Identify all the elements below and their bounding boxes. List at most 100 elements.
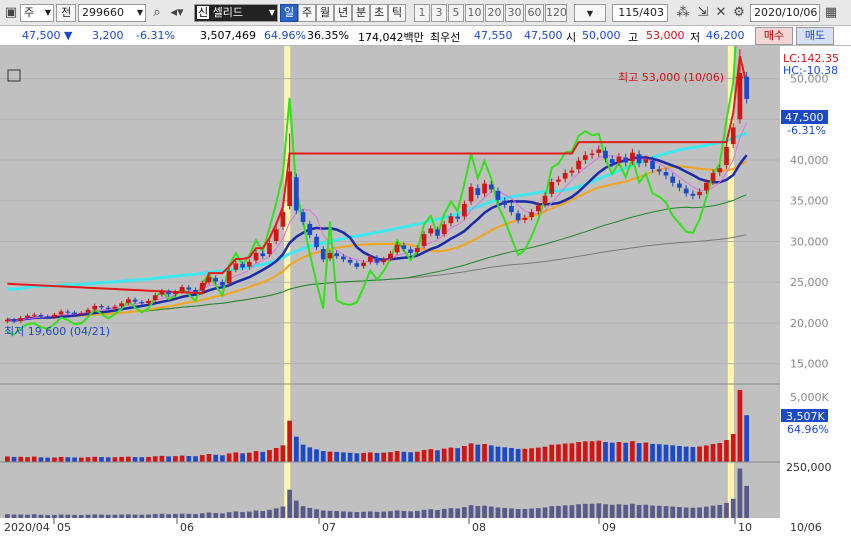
interval-button[interactable]: 10 [465, 4, 484, 22]
price-change-pct: -6.31% [136, 29, 175, 42]
max-arrow-icon: → [735, 71, 744, 84]
candle-body [488, 184, 494, 190]
interval-button[interactable]: 20 [485, 4, 504, 22]
count-field[interactable]: 115/403 [612, 4, 668, 22]
interval-button[interactable]: 30 [505, 4, 524, 22]
turnover-bar [334, 511, 340, 518]
candle-body [367, 256, 373, 262]
turnover-bar [146, 514, 151, 518]
chevron-down-icon: ▼ [136, 8, 143, 17]
volume-bar [327, 451, 333, 462]
volume-bar [119, 456, 124, 462]
candle-body [273, 229, 279, 242]
candle-body [562, 173, 568, 179]
volume-bar [683, 446, 689, 462]
turnover-bar [179, 513, 185, 518]
interval-button[interactable]: 1 [414, 4, 430, 22]
code-input[interactable]: 299660 ▼ [78, 4, 146, 22]
candle-body [287, 171, 292, 207]
candle-body [650, 160, 655, 169]
volume-bar [428, 449, 434, 462]
interval-button[interactable]: 5 [448, 4, 464, 22]
volume-bar [603, 442, 608, 462]
period-button[interactable]: 분 [352, 4, 370, 22]
sell-button[interactable]: 매도 [796, 27, 834, 45]
turnover-bar [233, 511, 239, 518]
candle-body [58, 311, 64, 315]
turnover-bar [226, 512, 232, 518]
candle-body [11, 319, 17, 322]
volume-bar [522, 448, 528, 462]
candle-body [509, 205, 514, 213]
turnover-bar [260, 511, 266, 518]
period-button[interactable]: 일 [280, 4, 298, 22]
turnover-bar [273, 508, 279, 518]
volume-bar [233, 452, 239, 462]
calendar-icon[interactable]: ▦ [822, 4, 840, 22]
interval-button[interactable]: 60 [525, 4, 544, 22]
volume-bar [495, 446, 501, 462]
candle-body [119, 303, 124, 307]
high-price: 53,000 [646, 29, 685, 42]
candle-body [52, 314, 57, 317]
prefix-button[interactable]: 전 [56, 4, 76, 22]
turnover-bar [414, 510, 420, 518]
window-icon[interactable]: ▣ [2, 4, 20, 22]
candle-body [139, 301, 145, 304]
settings-icon[interactable]: ⚙ [730, 4, 748, 22]
volume-bar [650, 443, 655, 462]
interval-button[interactable]: 120 [545, 4, 567, 22]
volume-bar [576, 442, 581, 462]
stock-name-field[interactable]: 신 셀리드 ▼ [194, 4, 278, 22]
candle-body [401, 245, 407, 249]
turnover-bar [744, 485, 749, 518]
stock-chart[interactable]: 15,00020,00025,00030,00035,00040,00045,0… [0, 46, 851, 539]
turnover-bar [724, 502, 729, 518]
volume-bar [589, 441, 595, 462]
turnover-bar [112, 514, 118, 518]
turnover-ratio: 36.35% [307, 29, 349, 42]
candle-body [475, 188, 481, 196]
volume-bar [260, 451, 266, 462]
candle-body [179, 287, 185, 292]
turnover-bar [307, 507, 313, 518]
grid-icon[interactable]: ⁂ [674, 4, 692, 22]
period-button[interactable]: 년 [334, 4, 352, 22]
cross-icon[interactable]: ✕ [712, 4, 730, 22]
candle-body [307, 223, 313, 235]
candle-body [25, 315, 30, 318]
candle-body [394, 244, 400, 253]
search-icon[interactable]: ⌕ [148, 4, 166, 22]
volume-bar [710, 444, 716, 462]
trade-amount: 174,042백만 [358, 31, 424, 44]
turnover-bar [650, 505, 655, 518]
speaker-icon[interactable]: ◂▾ [166, 4, 188, 22]
candle-body [482, 183, 487, 194]
volume-bar [462, 446, 467, 462]
mode-select[interactable]: 주 ▼ [20, 4, 54, 22]
turnover-bar [341, 511, 346, 518]
buy-button[interactable]: 매수 [755, 27, 793, 45]
period-button[interactable]: 월 [316, 4, 334, 22]
turnover-bar [576, 504, 581, 518]
date-field[interactable]: 2020/10/06 [750, 4, 820, 22]
candle-body [213, 277, 219, 282]
turnover-bar [38, 514, 44, 518]
turnover-bar [139, 514, 145, 518]
interval-dropdown[interactable]: ▼ [574, 4, 606, 22]
volume-bar [630, 441, 635, 462]
volume-bar [347, 452, 353, 462]
volume-bar [623, 442, 629, 462]
turnover-bar [609, 504, 615, 518]
period-button[interactable]: 초 [370, 4, 388, 22]
split-icon[interactable]: ⇲ [694, 4, 712, 22]
period-button[interactable]: 주 [298, 4, 316, 22]
turnover-bar [213, 513, 219, 518]
candle-body [38, 315, 44, 317]
period-button[interactable]: 틱 [388, 4, 406, 22]
interval-button[interactable]: 3 [431, 4, 447, 22]
turnover-bar [582, 503, 588, 518]
candle-body [542, 195, 548, 205]
turnover-bar [367, 511, 373, 518]
volume-bar [468, 443, 474, 462]
